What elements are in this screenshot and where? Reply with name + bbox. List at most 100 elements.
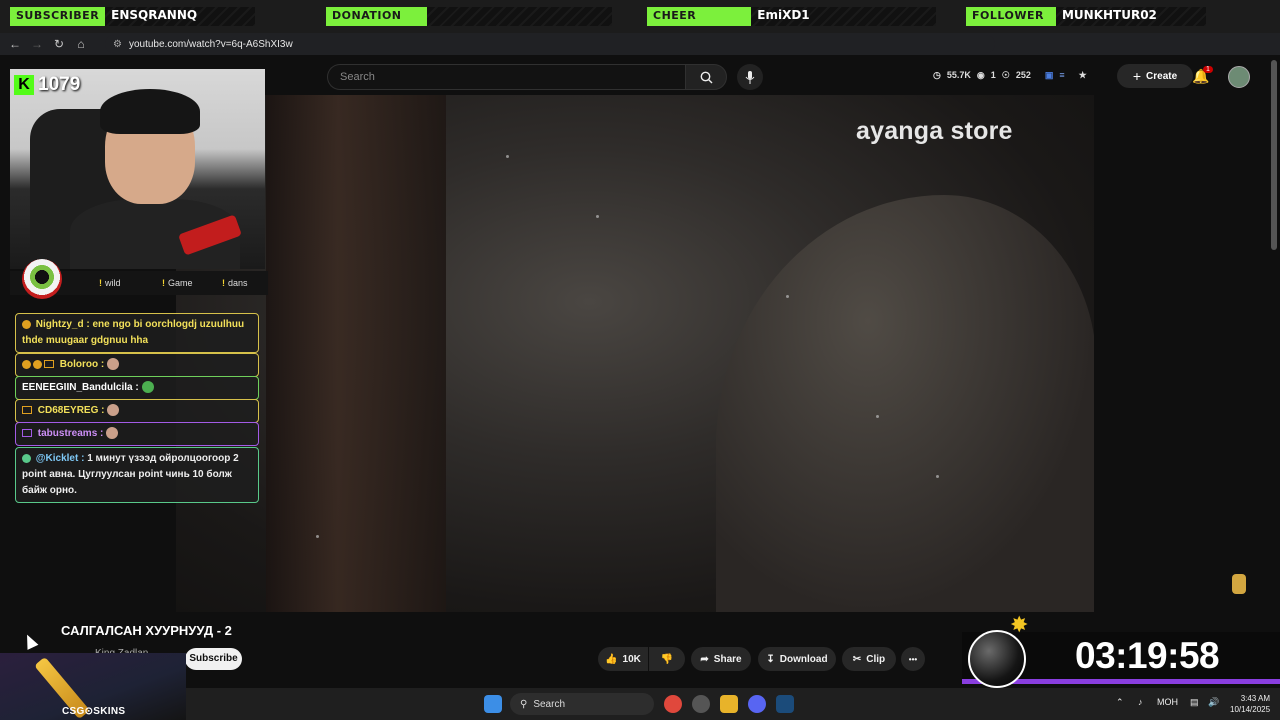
water-drop [316, 535, 319, 538]
sponsor-label: CSG⊙SKINS [62, 706, 126, 717]
viewer-icon: ◉ [976, 70, 985, 80]
alert-name: MUNKHTUR02 [1055, 7, 1206, 26]
page-scrollbar[interactable] [1271, 60, 1277, 250]
taskbar-search-label: Search [533, 698, 566, 710]
kick-viewer-count: K 1079 [14, 74, 80, 96]
search-input[interactable]: Search [327, 64, 685, 90]
video-watermark: ayanga store [856, 117, 1013, 145]
discord-icon[interactable] [748, 695, 766, 713]
subscribe-button[interactable]: Subscribe [185, 648, 242, 670]
back-icon[interactable]: ← [4, 33, 26, 55]
share-button[interactable]: ➦ Share [691, 647, 751, 671]
thumbs-down-icon: 👎 [660, 653, 674, 665]
site-info-icon[interactable]: ⚙ [113, 39, 122, 50]
forward-icon[interactable]: → [26, 33, 48, 55]
steam-icon[interactable] [776, 695, 794, 713]
address-bar[interactable]: ⚙ youtube.com/watch?v=6q-A6ShXI3w [105, 35, 995, 53]
language-indicator[interactable]: МОН [1157, 697, 1178, 707]
avatar[interactable] [1228, 66, 1250, 88]
thumbs-up-icon: 👍 [605, 653, 618, 665]
search-icon: ⚲ [520, 698, 528, 710]
command-dans: ! dans [222, 278, 248, 288]
taskbar-search[interactable]: ⚲ Search [510, 693, 654, 715]
more-icon: ••• [908, 654, 918, 664]
user-badge-icon [22, 319, 31, 329]
url-text: youtube.com/watch?v=6q-A6ShXI3w [128, 38, 293, 50]
emote-icon [141, 381, 154, 394]
alert-follower: FOLLOWER MUNKHTUR02 [966, 7, 1206, 26]
network-icon[interactable]: ▤ [1190, 697, 1199, 708]
alert-tag: SUBSCRIBER [10, 7, 106, 26]
alert-name: ENSQRANNQ [105, 7, 256, 26]
alert-subscriber: SUBSCRIBER ENSQRANNQ [10, 7, 256, 26]
chat-message: EENEEGIIN_Bandulcila : [15, 376, 259, 400]
water-drop [506, 155, 509, 158]
download-button[interactable]: ↧ Download [758, 647, 836, 671]
water-drop [936, 475, 939, 478]
like-button[interactable]: 👍 10K [598, 647, 648, 671]
voice-search-button[interactable] [737, 64, 763, 90]
emote-icon [106, 427, 119, 440]
more-actions-button[interactable]: ••• [901, 647, 925, 671]
chat-message: Nightzy_d : ene ngo bi oorchlogdj uzuulh… [15, 313, 259, 353]
reload-icon[interactable]: ↻ [48, 33, 70, 55]
kick-count: 1079 [38, 74, 81, 95]
search-button[interactable] [685, 64, 727, 90]
download-icon: ↧ [766, 653, 775, 665]
app-icon[interactable] [692, 695, 710, 713]
stream-timer: 03:19:58 [1075, 635, 1220, 676]
emote-icon [107, 358, 120, 371]
spark-icon: ✸ [1010, 612, 1029, 637]
kick-logo-icon: K [14, 75, 34, 95]
scissors-icon: ✂ [852, 653, 862, 665]
water-drop [876, 415, 879, 418]
sponsor-banner: CSG⊙SKINS [0, 653, 186, 720]
chat-username: CD68EYREG : [37, 405, 105, 416]
views-icon: ◷ [933, 70, 941, 80]
folder-icon[interactable] [720, 695, 738, 713]
windows-taskbar: ⚲ Search ⌃ ♪ МОН ▤ 🔊 3:43 AM 10/14/2025 [186, 688, 1280, 720]
water-drop [596, 215, 599, 218]
stream-alert-bar: SUBSCRIBER ENSQRANNQ DONATION CHEER EmiX… [0, 0, 1280, 33]
plus-icon: + [1132, 68, 1142, 84]
windows-start-icon[interactable] [484, 695, 502, 713]
alert-tag: CHEER [647, 7, 752, 26]
notification-badge: 1 [1203, 66, 1213, 73]
user-badge-icon [22, 359, 31, 369]
video-player[interactable] [176, 95, 1094, 612]
share-icon: ➦ [700, 653, 709, 665]
trophy-icon[interactable]: ★ [1079, 70, 1087, 81]
bomb-icon [968, 630, 1026, 688]
user-badge-icon [22, 406, 32, 415]
chat-username: Boloroo : [59, 359, 105, 370]
webcam-overlay [10, 69, 265, 269]
home-icon[interactable]: ⌂ [70, 33, 92, 55]
like-count: 10K [622, 653, 641, 665]
create-button[interactable]: + Create [1117, 64, 1193, 88]
list-icon[interactable]: ≡ [1059, 70, 1064, 81]
command-game: ! Game [162, 278, 193, 288]
mouse-cursor-icon [21, 632, 39, 650]
microphone-tray-icon[interactable]: ♪ [1138, 697, 1143, 707]
browser-toolbar: ← → ↻ ⌂ ⚙ youtube.com/watch?v=6q-A6ShXI3… [0, 33, 1280, 83]
chat-message: CD68EYREG : [15, 399, 259, 423]
chat-username: tabustreams : [37, 428, 104, 439]
extension-icon[interactable]: ▣ [1045, 70, 1054, 81]
clip-button[interactable]: ✂ Clip [842, 647, 896, 671]
stat-value: 1 [990, 70, 996, 80]
mic-icon [745, 70, 755, 84]
share-label: Share [713, 653, 742, 665]
system-clock[interactable]: 3:43 AM 10/14/2025 [1230, 693, 1270, 715]
user-badge-icon [33, 359, 42, 369]
dislike-button[interactable]: 👎 [649, 647, 685, 671]
tray-chevron-icon[interactable]: ⌃ [1116, 697, 1124, 708]
chat-icon: ☉ [1001, 70, 1010, 80]
alert-donation: DONATION [326, 7, 612, 26]
volume-icon[interactable]: 🔊 [1208, 697, 1219, 708]
user-badge-icon [22, 429, 32, 438]
chrome-icon[interactable] [664, 695, 682, 713]
potion-icon [1232, 574, 1246, 594]
streamer-hair [100, 89, 200, 134]
chat-username: Nightzy_d : [35, 319, 90, 330]
video-frame-shoulder [716, 195, 1094, 612]
